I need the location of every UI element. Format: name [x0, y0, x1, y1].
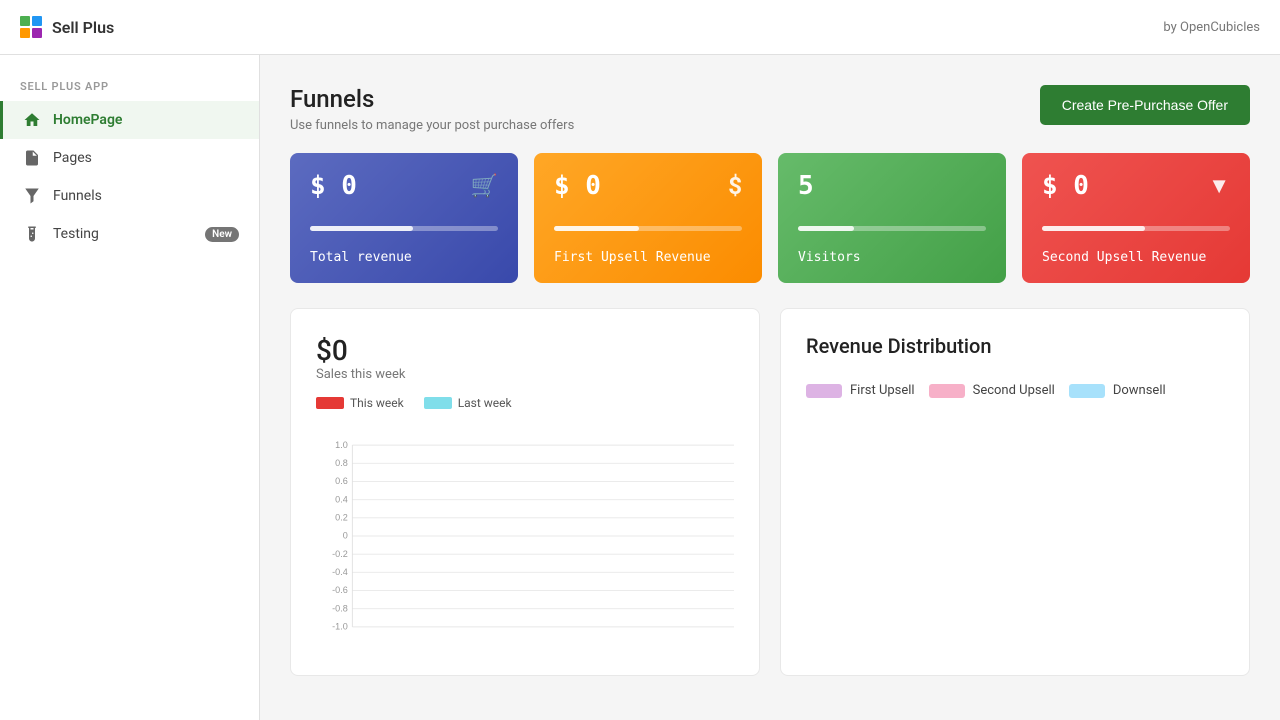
total-revenue-label: Total revenue — [310, 250, 498, 265]
visitors-value: 5 — [798, 171, 814, 201]
second-upsell-value: $ 0 — [1042, 171, 1089, 201]
sales-label: Sales this week — [316, 367, 734, 382]
last-week-label: Last week — [458, 396, 512, 410]
page-subtitle: Use funnels to manage your post purchase… — [290, 118, 574, 133]
stats-row: $ 0 🛒 Total revenue $ 0 $ First Upsell R… — [290, 153, 1250, 283]
this-week-swatch — [316, 397, 344, 409]
funnels-icon — [23, 187, 41, 205]
svg-text:0.4: 0.4 — [335, 494, 348, 504]
svg-text:-1.0: -1.0 — [332, 622, 348, 632]
stat-bar-container — [798, 226, 986, 231]
testing-new-badge: New — [205, 227, 239, 242]
downsell-swatch — [1069, 384, 1105, 398]
funnels-header: Funnels Use funnels to manage your post … — [290, 85, 1250, 133]
stat-bar — [798, 226, 854, 231]
logo-icon — [20, 16, 42, 38]
stat-bar — [554, 226, 639, 231]
svg-text:1.0: 1.0 — [335, 440, 348, 450]
svg-text:-0.8: -0.8 — [332, 603, 348, 613]
sidebar-item-testing[interactable]: Testing New — [0, 215, 259, 253]
revenue-distribution-card: Revenue Distribution First Upsell Second… — [780, 308, 1250, 676]
stat-bar-container — [1042, 226, 1230, 231]
sidebar-item-testing-label: Testing — [53, 226, 193, 242]
sidebar-section-label: SELL PLUS APP — [0, 70, 259, 101]
sidebar: SELL PLUS APP HomePage Pages Funnels — [0, 55, 260, 720]
sidebar-item-pages-label: Pages — [53, 150, 239, 166]
sidebar-item-pages[interactable]: Pages — [0, 139, 259, 177]
filter-icon: ▼ — [1208, 173, 1230, 199]
page-title: Funnels — [290, 85, 574, 113]
stat-card-total-revenue: $ 0 🛒 Total revenue — [290, 153, 518, 283]
svg-text:-0.2: -0.2 — [332, 549, 348, 559]
sidebar-item-funnels-label: Funnels — [53, 188, 239, 204]
sidebar-item-homepage[interactable]: HomePage — [0, 101, 259, 139]
downsell-legend-label: Downsell — [1113, 383, 1166, 398]
legend-downsell: Downsell — [1069, 383, 1166, 398]
charts-row: $0 Sales this week This week Last week — [290, 308, 1250, 676]
svg-text:-0.6: -0.6 — [332, 585, 348, 595]
header-attribution: by OpenCubicles — [1163, 20, 1260, 35]
svg-text:0.8: 0.8 — [335, 458, 348, 468]
first-upsell-legend-label: First Upsell — [850, 383, 915, 398]
revenue-distribution-legend: First Upsell Second Upsell Downsell — [806, 383, 1224, 398]
stat-card-second-upsell: $ 0 ▼ Second Upsell Revenue — [1022, 153, 1250, 283]
svg-text:0.2: 0.2 — [335, 513, 348, 523]
second-upsell-swatch — [929, 384, 965, 398]
sales-value: $0 — [316, 334, 734, 367]
stat-bar — [310, 226, 413, 231]
funnels-header-text: Funnels Use funnels to manage your post … — [290, 85, 574, 133]
testing-icon — [23, 225, 41, 243]
first-upsell-label: First Upsell Revenue — [554, 250, 742, 265]
svg-text:0: 0 — [343, 531, 348, 541]
visitors-label: Visitors — [798, 250, 986, 265]
stat-bar-container — [554, 226, 742, 231]
stat-bar-container — [310, 226, 498, 231]
svg-text:0.6: 0.6 — [335, 476, 348, 486]
legend-this-week: This week — [316, 396, 404, 410]
sales-chart-card: $0 Sales this week This week Last week — [290, 308, 760, 676]
stat-card-first-upsell: $ 0 $ First Upsell Revenue — [534, 153, 762, 283]
second-upsell-label: Second Upsell Revenue — [1042, 250, 1230, 265]
last-week-swatch — [424, 397, 452, 409]
header-logo-area: Sell Plus — [20, 16, 114, 38]
app-header: Sell Plus by OpenCubicles — [0, 0, 1280, 55]
dollar-icon: $ — [728, 172, 742, 200]
sidebar-item-funnels[interactable]: Funnels — [0, 177, 259, 215]
first-upsell-value: $ 0 — [554, 171, 601, 201]
revenue-distribution-title: Revenue Distribution — [806, 334, 1224, 358]
stat-card-top: $ 0 $ — [554, 171, 742, 201]
sidebar-item-homepage-label: HomePage — [53, 112, 239, 128]
svg-text:-0.4: -0.4 — [332, 567, 348, 577]
cart-icon: 🛒 — [471, 174, 498, 199]
pages-icon — [23, 149, 41, 167]
total-revenue-value: $ 0 — [310, 171, 357, 201]
legend-second-upsell: Second Upsell — [929, 383, 1055, 398]
chart-legend: This week Last week — [316, 396, 734, 410]
stat-card-visitors: 5 Visitors — [778, 153, 1006, 283]
stat-bar — [1042, 226, 1145, 231]
stat-card-top: 5 — [798, 171, 986, 201]
legend-last-week: Last week — [424, 396, 512, 410]
sales-chart-svg: 1.0 0.8 0.6 0.4 0.2 0 -0.2 -0.4 -0.6 -0.… — [316, 426, 734, 646]
first-upsell-swatch — [806, 384, 842, 398]
main-layout: SELL PLUS APP HomePage Pages Funnels — [0, 55, 1280, 720]
main-content: Funnels Use funnels to manage your post … — [260, 55, 1280, 720]
second-upsell-legend-label: Second Upsell — [973, 383, 1055, 398]
app-title: Sell Plus — [52, 18, 114, 37]
legend-first-upsell: First Upsell — [806, 383, 915, 398]
stat-card-top: $ 0 🛒 — [310, 171, 498, 201]
create-pre-purchase-button[interactable]: Create Pre-Purchase Offer — [1040, 85, 1250, 125]
home-icon — [23, 111, 41, 129]
stat-card-top: $ 0 ▼ — [1042, 171, 1230, 201]
this-week-label: This week — [350, 396, 404, 410]
